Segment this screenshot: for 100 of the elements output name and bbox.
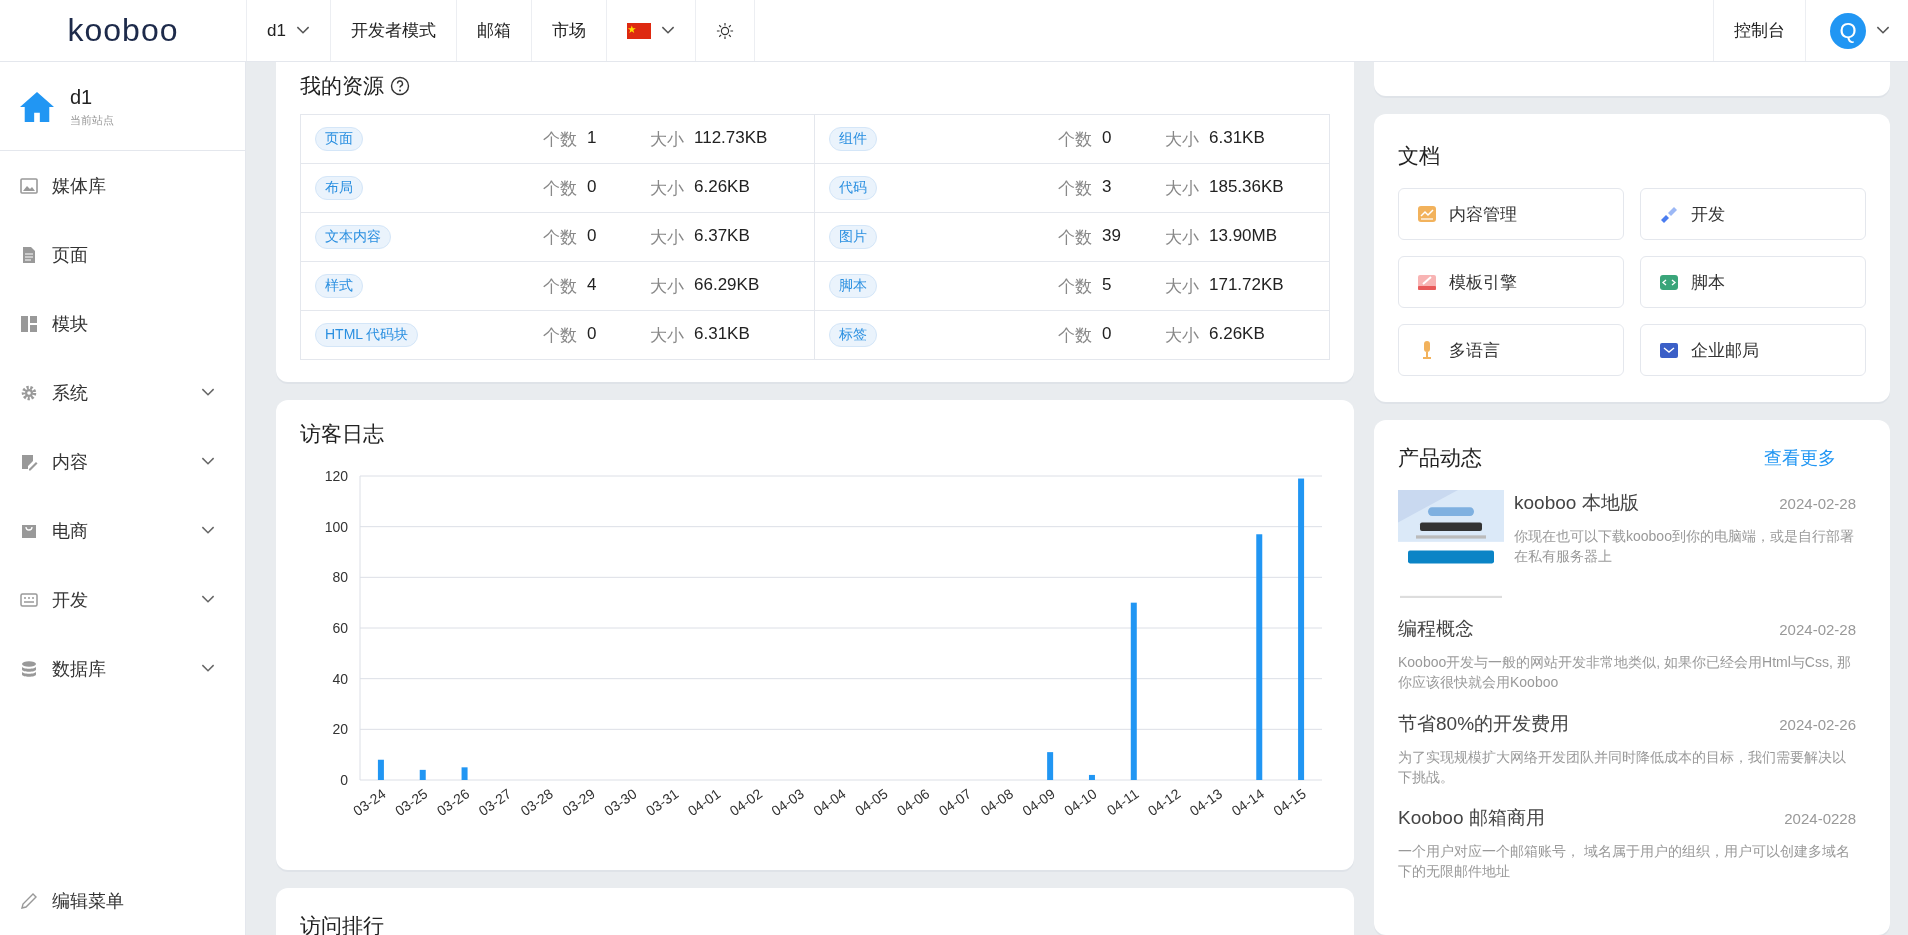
layout-icon bbox=[20, 314, 38, 333]
size-label: 大小 bbox=[1165, 177, 1199, 200]
house-icon bbox=[18, 90, 56, 124]
news-date: 2024-02-28 bbox=[1779, 495, 1856, 512]
count-label: 个数 bbox=[1058, 324, 1092, 347]
size-label: 大小 bbox=[650, 275, 684, 298]
count-value: 0 bbox=[587, 225, 597, 247]
doc-link[interactable]: 多语言 bbox=[1398, 324, 1624, 376]
count-label: 个数 bbox=[543, 324, 577, 347]
axis-label: 120 bbox=[324, 468, 348, 484]
axis-label: 0 bbox=[340, 772, 348, 788]
doc-link[interactable]: 企业邮局 bbox=[1640, 324, 1866, 376]
site-name: d1 bbox=[70, 86, 94, 109]
sidebar-item[interactable]: 媒体库 bbox=[0, 151, 245, 220]
edit-icon bbox=[20, 452, 38, 471]
sidebar-item[interactable]: 页面 bbox=[0, 220, 245, 289]
bar bbox=[461, 767, 468, 780]
size-label: 大小 bbox=[650, 128, 684, 151]
count-label: 个数 bbox=[1058, 128, 1092, 151]
document-icon bbox=[20, 245, 38, 264]
news-title[interactable]: 节省80%的开发费用 bbox=[1398, 710, 1570, 737]
axis-label: 60 bbox=[332, 620, 348, 636]
edit-menu-link[interactable]: 编辑菜单 bbox=[0, 866, 245, 935]
size-label: 大小 bbox=[1165, 275, 1199, 298]
card-title: 我的资源 bbox=[300, 73, 384, 99]
size-value: 6.31KB bbox=[694, 323, 750, 345]
size-value: 6.37KB bbox=[694, 225, 750, 247]
card-title: 产品动态 bbox=[1398, 445, 1482, 471]
count-value: 5 bbox=[1102, 274, 1112, 296]
chevron-down-icon bbox=[1876, 26, 1890, 35]
news-summary: Kooboo开发与一般的网站开发非常地类似, 如果你已经会用Html与Css, 那你应该很快就会用Kooboo bbox=[1398, 653, 1852, 693]
bar bbox=[419, 769, 426, 780]
count-label: 个数 bbox=[1058, 275, 1092, 298]
size-label: 大小 bbox=[650, 177, 684, 200]
pencil-icon bbox=[20, 891, 38, 910]
count-value: 4 bbox=[587, 274, 597, 296]
news-date: 2024-02-26 bbox=[1779, 715, 1856, 733]
size-label: 大小 bbox=[650, 324, 684, 347]
sidebar-item[interactable]: 模块 bbox=[0, 289, 245, 358]
keyboard-icon bbox=[20, 590, 38, 609]
card-title: 访客日志 bbox=[300, 421, 385, 447]
template-icon bbox=[1417, 272, 1437, 292]
flag-icon bbox=[626, 22, 651, 39]
sidebar-item[interactable]: 电商 bbox=[0, 496, 245, 565]
size-label: 大小 bbox=[1165, 128, 1199, 151]
count-value: 39 bbox=[1102, 225, 1121, 247]
count-value: 0 bbox=[587, 176, 597, 198]
news-summary: 你现在也可以下载kooboo到你的电脑端，或是自行部署在私有服务器上 bbox=[1514, 527, 1855, 567]
doc-link[interactable]: 开发 bbox=[1640, 188, 1866, 240]
axis-label: 100 bbox=[324, 518, 348, 535]
axis-label: 20 bbox=[332, 721, 348, 738]
count-label: 个数 bbox=[543, 177, 577, 200]
count-value: 0 bbox=[587, 323, 597, 345]
bar bbox=[1047, 752, 1054, 780]
sidebar-item[interactable]: 内容 bbox=[0, 427, 245, 496]
database-icon bbox=[20, 659, 38, 678]
count-value: 0 bbox=[1102, 127, 1112, 149]
size-value: 112.73KB bbox=[694, 127, 768, 149]
bar bbox=[1088, 774, 1095, 780]
card-title: 文档 bbox=[1398, 143, 1441, 169]
news-title[interactable]: Kooboo 邮箱商用 bbox=[1398, 805, 1545, 832]
count-label: 个数 bbox=[1058, 226, 1092, 249]
axis-label: 80 bbox=[332, 569, 348, 586]
size-value: 171.72KB bbox=[1209, 274, 1284, 296]
size-value: 185.36KB bbox=[1209, 176, 1284, 198]
code-icon bbox=[1659, 272, 1679, 292]
size-label: 大小 bbox=[1165, 226, 1199, 249]
doc-link[interactable]: 脚本 bbox=[1640, 256, 1866, 308]
sidebar-item[interactable]: 开发 bbox=[0, 565, 245, 634]
logo[interactable]: kooboo bbox=[67, 12, 179, 49]
help-icon[interactable] bbox=[390, 76, 410, 96]
size-value: 6.26KB bbox=[694, 176, 750, 198]
news-summary: 为了实现规模扩大网络开发团队并同时降低成本的目标，我们需要解决以下挑战。 bbox=[1398, 747, 1847, 787]
count-label: 个数 bbox=[543, 128, 577, 151]
size-value: 6.26KB bbox=[1209, 323, 1265, 345]
bar bbox=[377, 759, 384, 780]
count-value: 3 bbox=[1102, 176, 1112, 198]
count-value: 0 bbox=[1102, 323, 1112, 345]
gear-icon bbox=[20, 383, 38, 402]
doc-link[interactable]: 模板引擎 bbox=[1398, 256, 1624, 308]
sun-icon bbox=[715, 21, 734, 40]
news-title[interactable]: kooboo 本地版 bbox=[1514, 490, 1639, 516]
sidebar-item[interactable]: 系统 bbox=[0, 358, 245, 427]
news-summary: 一个用户对应一个邮箱账号， 域名属于用户的组织，用户可以创建多域名下的无限邮件地址 bbox=[1398, 842, 1851, 882]
news-date: 2024-0228 bbox=[1784, 810, 1856, 828]
size-value: 6.31KB bbox=[1209, 127, 1265, 149]
chart-icon bbox=[1417, 204, 1437, 224]
axis-label: 40 bbox=[332, 670, 348, 687]
size-label: 大小 bbox=[650, 226, 684, 249]
count-label: 个数 bbox=[1058, 177, 1092, 200]
count-value: 1 bbox=[587, 127, 597, 149]
site-caption: 当前站点 bbox=[70, 113, 114, 128]
chevron-down-icon bbox=[295, 26, 310, 35]
news-title[interactable]: 编程概念 bbox=[1398, 616, 1474, 642]
plug-icon bbox=[1659, 204, 1679, 224]
doc-link[interactable]: 内容管理 bbox=[1398, 188, 1624, 240]
sidebar-item[interactable]: 数据库 bbox=[0, 634, 245, 703]
avatar: Q bbox=[1830, 12, 1866, 49]
size-label: 大小 bbox=[1165, 324, 1199, 347]
news-date: 2024-02-28 bbox=[1779, 621, 1856, 638]
